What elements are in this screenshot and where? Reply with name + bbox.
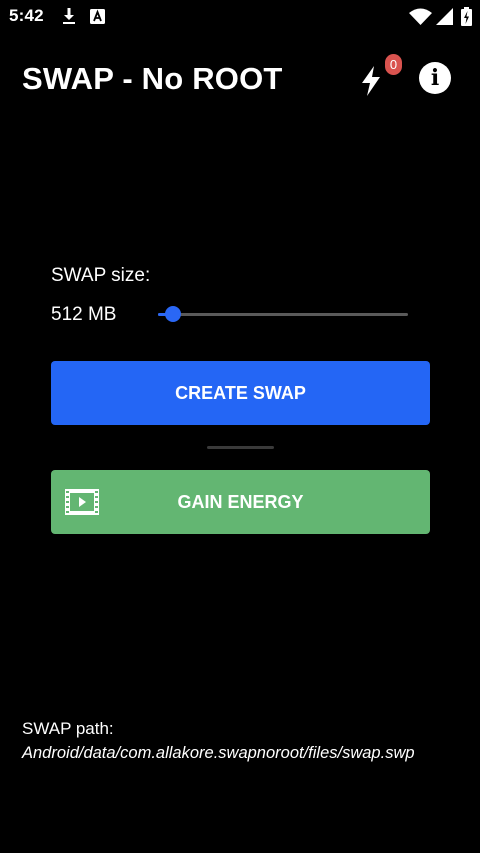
energy-count-badge: 0 (385, 54, 402, 75)
slider-thumb[interactable] (165, 306, 181, 322)
swap-path-value: Android/data/com.allakore.swapnoroot/fil… (22, 744, 415, 762)
wifi-icon (409, 8, 432, 25)
create-swap-button[interactable]: CREATE SWAP (51, 361, 430, 425)
divider (207, 446, 274, 449)
lightning-icon (362, 66, 380, 96)
signal-icon (436, 8, 453, 25)
gain-energy-label: GAIN ENERGY (177, 492, 304, 512)
battery-icon (461, 7, 472, 26)
swap-size-slider[interactable] (158, 303, 410, 327)
info-icon: i (430, 65, 440, 91)
status-time: 5:42 (9, 6, 44, 25)
gain-energy-button[interactable]: GAIN ENERGY (51, 470, 430, 534)
swap-path-label: SWAP path: (22, 719, 114, 738)
swap-size-value: 512 MB (51, 304, 117, 325)
status-bar: 5:42 (0, 0, 480, 34)
app-bar: SWAP - No ROOT 0 i (0, 34, 480, 124)
info-button[interactable]: i (419, 62, 451, 94)
slider-track (158, 313, 408, 316)
create-swap-label: CREATE SWAP (175, 383, 306, 403)
app-title: SWAP - No ROOT (22, 61, 283, 96)
font-badge-icon (90, 9, 105, 24)
swap-size-label: SWAP size: (51, 265, 151, 286)
download-icon (63, 8, 75, 24)
